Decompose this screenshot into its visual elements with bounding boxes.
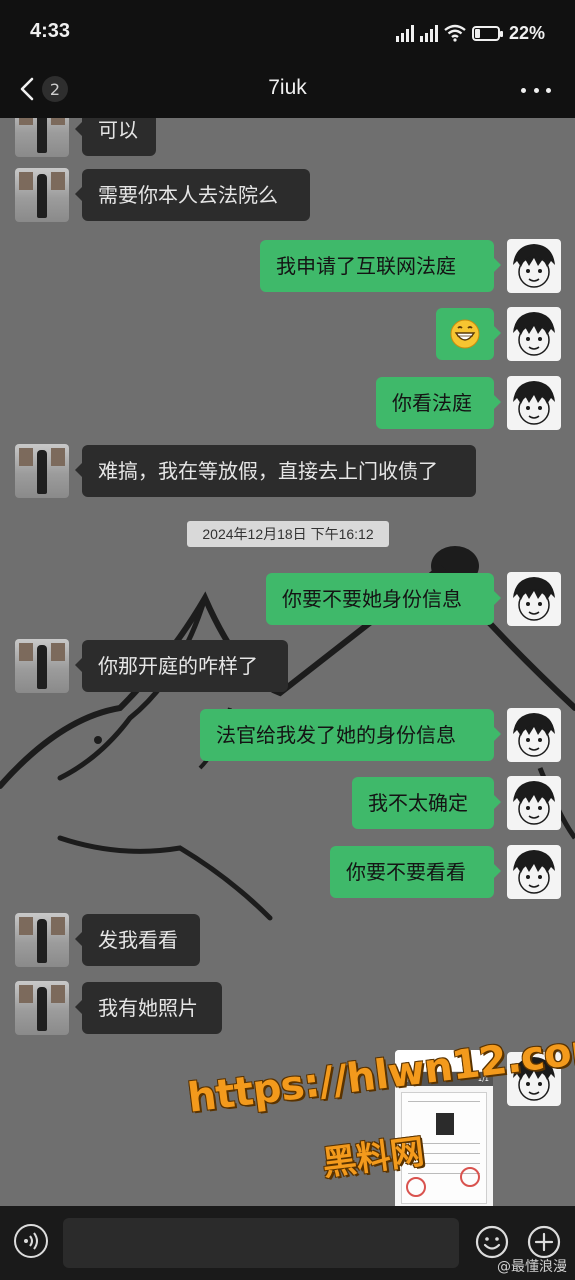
more-dot-icon <box>533 87 539 93</box>
voice-input-button[interactable] <box>14 1224 48 1258</box>
contact-avatar[interactable] <box>15 639 69 693</box>
message-text: 法官给我发了她的身份信息 <box>216 723 456 747</box>
message-bubble[interactable]: 你要不要看看 <box>330 846 501 898</box>
add-more-button-icon[interactable] <box>526 1224 562 1260</box>
message-bubble[interactable]: 你要不要她身份信息 <box>266 573 501 625</box>
message-text: 我有她照片 <box>98 996 198 1020</box>
chat-area[interactable]: 可以需要你本人去法院么我申请了互联网法庭你看法庭难搞，我在等放假，直接去上门收债… <box>0 118 575 1206</box>
chat-header: 2 7iuk <box>0 64 575 118</box>
message-text: 我申请了互联网法庭 <box>276 254 456 278</box>
contact-avatar[interactable] <box>15 168 69 222</box>
manga-avatar-icon <box>513 713 555 757</box>
message-bubble[interactable]: 我申请了互联网法庭 <box>260 240 501 292</box>
message-bubble[interactable] <box>436 308 501 360</box>
my-avatar[interactable] <box>507 239 561 293</box>
message-bubble[interactable]: 法官给我发了她的身份信息 <box>200 709 501 761</box>
grinning-face-emoji <box>450 319 480 348</box>
credit-watermark: @最懂浪漫 <box>497 1259 567 1275</box>
manga-avatar-icon <box>513 850 555 894</box>
emoji-button-icon[interactable] <box>474 1224 510 1260</box>
message-bubble[interactable]: 难搞，我在等放假，直接去上门收债了 <box>75 445 476 497</box>
more-dot-icon <box>546 87 551 93</box>
message-text: 难搞，我在等放假，直接去上门收债了 <box>98 459 438 483</box>
message-text: 你要不要她身份信息 <box>282 587 462 611</box>
my-avatar[interactable] <box>507 708 561 762</box>
message-text: 发我看看 <box>98 928 178 952</box>
my-avatar[interactable] <box>507 572 561 626</box>
voice-icon <box>24 1232 38 1250</box>
message-text: 可以 <box>98 118 138 142</box>
message-text: 需要你本人去法院么 <box>98 183 278 207</box>
my-avatar[interactable] <box>507 376 561 430</box>
message-bubble[interactable]: 可以 <box>75 118 156 156</box>
battery-icon <box>471 25 503 41</box>
my-avatar[interactable] <box>507 776 561 830</box>
more-options-button[interactable] <box>521 78 551 102</box>
status-time: 4:33 <box>30 20 71 42</box>
manga-avatar-icon <box>513 312 555 356</box>
chat-title: 7iuk <box>268 76 307 99</box>
my-avatar[interactable] <box>507 307 561 361</box>
message-text: 你那开庭的咋样了 <box>98 654 258 678</box>
signal-icon <box>395 24 414 42</box>
message-text: 你要不要看看 <box>346 860 466 884</box>
manga-avatar-icon <box>513 781 555 825</box>
more-dot-icon <box>521 87 526 93</box>
message-bubble[interactable]: 你那开庭的咋样了 <box>75 640 288 692</box>
manga-avatar-icon <box>513 577 555 621</box>
manga-avatar-icon <box>513 381 555 425</box>
timestamp: 2024年12月18日 下午16:12 <box>187 521 389 547</box>
message-bubble[interactable]: 我有她照片 <box>75 982 222 1034</box>
message-bubble[interactable]: 你看法庭 <box>376 377 501 429</box>
contact-avatar[interactable] <box>15 444 69 498</box>
my-avatar[interactable] <box>507 845 561 899</box>
message-bubble[interactable]: 我不太确定 <box>352 777 501 829</box>
status-bar: 4:33 22% <box>0 0 575 64</box>
message-input[interactable] <box>63 1218 459 1268</box>
message-bubble[interactable]: 需要你本人去法院么 <box>75 169 310 221</box>
contact-avatar[interactable] <box>15 118 69 157</box>
contact-avatar[interactable] <box>15 913 69 967</box>
contact-avatar[interactable] <box>15 981 69 1035</box>
wifi-icon <box>444 24 466 42</box>
red-stamp-icon <box>460 1167 480 1187</box>
battery-percent: 22% <box>508 22 545 43</box>
message-text: 你看法庭 <box>392 391 472 415</box>
message-text: 我不太确定 <box>368 791 468 815</box>
id-photo <box>436 1113 454 1135</box>
signal-icon-2 <box>419 24 438 42</box>
manga-avatar-icon <box>513 244 555 288</box>
input-bar: @最懂浪漫 <box>0 1206 575 1280</box>
message-bubble[interactable]: 发我看看 <box>75 914 200 966</box>
status-icons: 22% <box>395 20 545 46</box>
red-stamp-icon <box>406 1177 426 1197</box>
